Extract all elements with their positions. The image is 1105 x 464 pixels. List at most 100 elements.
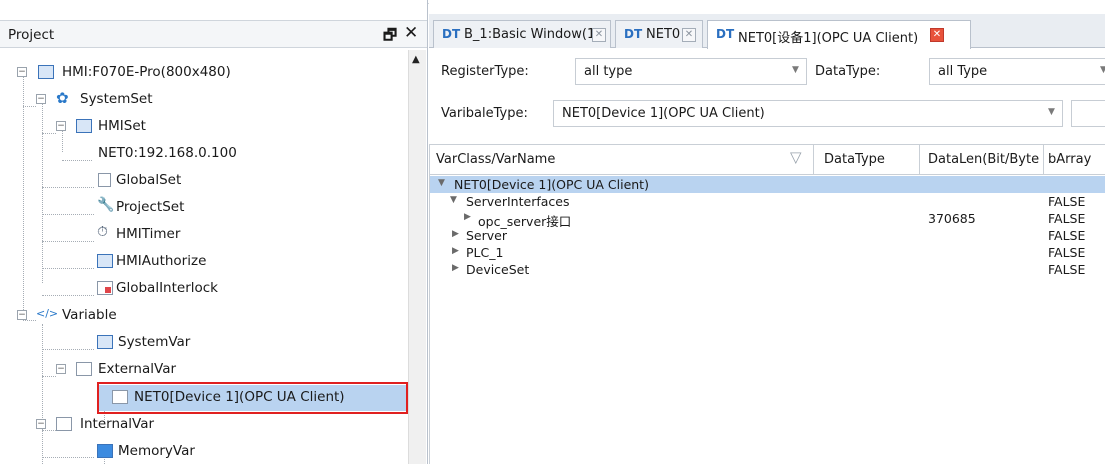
timer-icon: ⏱ [97, 224, 108, 240]
data-type-select[interactable]: all Type ▼ [929, 58, 1105, 85]
expanded-icon[interactable]: ▼ [450, 195, 457, 205]
sort-icon[interactable]: ▽ [790, 148, 802, 166]
highlight-box [97, 382, 408, 414]
tree-node-label: ExternalVar [98, 361, 177, 377]
memoryvar-icon [97, 444, 113, 458]
tree-node-memoryvar[interactable]: MemoryVar [0, 439, 408, 464]
code-icon: </> [36, 307, 59, 320]
tab-label: NET0 [646, 27, 681, 42]
authorize-icon [97, 254, 113, 268]
cell-barray: FALSE [1048, 211, 1086, 226]
table-row[interactable]: ▼ ServerInterfaces FALSE [430, 193, 1105, 210]
collapsed-icon[interactable]: ▶ [452, 263, 459, 273]
tree-node-label: HMI:F070E-Pro(800x480) [62, 64, 231, 80]
tree-node-label: NET0:192.168.0.100 [98, 145, 237, 161]
select-value: NET0[Device 1](OPC UA Client) [562, 106, 765, 121]
tree-node-label: InternalVar [80, 416, 155, 432]
register-type-label: RegisterType: [441, 64, 529, 79]
wrench-icon: 🔧 [97, 197, 115, 213]
select-value: all type [584, 64, 633, 79]
register-type-select[interactable]: all type ▼ [575, 58, 807, 85]
scroll-up-icon[interactable]: ▲ [412, 54, 420, 65]
data-type-label: DataType: [815, 64, 881, 79]
cell-barray: FALSE [1048, 228, 1086, 243]
tree-node-externalvar[interactable]: − ExternalVar [0, 357, 408, 383]
tab-net0-device[interactable]: DT NET0[设备1](OPC UA Client) ✕ [707, 20, 971, 49]
table-row[interactable]: ▶ DeviceSet FALSE [430, 261, 1105, 278]
cell-varname: Server [466, 228, 507, 243]
hmi-screen-icon [38, 65, 54, 79]
tree-node-label: SystemVar [118, 334, 191, 350]
tab-close-icon[interactable]: ✕ [592, 28, 606, 42]
table-row[interactable]: ▶ PLC_1 FALSE [430, 244, 1105, 261]
tree-node-label: Variable [62, 307, 117, 323]
gear-icon: ✿ [56, 89, 69, 107]
cell-varname: NET0[Device 1](OPC UA Client) [454, 177, 649, 192]
col-header-varname[interactable]: VarClass/VarName [436, 152, 555, 167]
collapsed-icon[interactable]: ▶ [452, 246, 459, 256]
hmiset-icon [76, 119, 92, 133]
cell-varname: PLC_1 [466, 245, 504, 260]
grid-header: VarClass/VarName ▽ DataType DataLen(Bit/… [430, 145, 1105, 175]
filter-row-2: VaribaleType: NET0[Device 1](OPC UA Clie… [429, 98, 1105, 130]
tree-node-label: ProjectSet [116, 199, 185, 215]
tab-close-icon[interactable]: ✕ [930, 28, 944, 42]
tree-node-variable[interactable]: − </> Variable [0, 303, 408, 329]
globalset-icon [98, 173, 111, 187]
dt-icon: DT [716, 27, 735, 41]
collapse-icon[interactable]: − [36, 419, 46, 429]
tab-bar: DT B_1:Basic Window(1) ✕ DT NET0 ✕ DT NE… [429, 14, 1105, 49]
tree-node-hmi[interactable]: − HMI:F070E-Pro(800x480) [0, 60, 408, 86]
tab-net0[interactable]: DT NET0 ✕ [615, 20, 703, 48]
cell-varname: ServerInterfaces [466, 194, 570, 209]
side-button[interactable] [1071, 100, 1105, 127]
tree-node-label: HMISet [98, 118, 146, 134]
select-value: all Type [938, 64, 988, 79]
dt-icon: DT [442, 27, 461, 41]
collapse-icon[interactable]: − [36, 94, 46, 104]
tree-node-systemset[interactable]: − ✿ SystemSet [0, 87, 408, 113]
editor-panel: DT B_1:Basic Window(1) ✕ DT NET0 ✕ DT NE… [429, 0, 1105, 464]
close-icon[interactable]: ✕ [404, 23, 418, 43]
tree-node-label: GlobalSet [116, 172, 182, 188]
tree-node-label: GlobalInterlock [116, 280, 219, 296]
tree-node-projectset[interactable]: 🔧 ProjectSet [0, 195, 408, 221]
collapsed-icon[interactable]: ▶ [452, 229, 459, 239]
table-row[interactable]: ▼ NET0[Device 1](OPC UA Client) [430, 176, 1105, 193]
col-header-barray[interactable]: bArray [1048, 152, 1091, 167]
collapse-icon[interactable]: − [56, 121, 66, 131]
tree-node-hmiset[interactable]: − HMISet [0, 114, 408, 140]
tree-node-internalvar[interactable]: − InternalVar [0, 412, 408, 438]
cell-barray: FALSE [1048, 245, 1086, 260]
collapse-icon[interactable]: − [17, 67, 27, 77]
tree-node-hmiauthorize[interactable]: HMIAuthorize [0, 249, 408, 275]
tree-node-label: MemoryVar [118, 443, 195, 459]
collapsed-icon[interactable]: ▶ [464, 212, 471, 222]
tree-node-net0-ip[interactable]: NET0:192.168.0.100 [0, 141, 408, 167]
tree-node-systemvar[interactable]: SystemVar [0, 330, 408, 356]
chevron-down-icon: ▼ [1048, 107, 1055, 117]
chevron-down-icon: ▼ [792, 65, 799, 75]
variable-grid: VarClass/VarName ▽ DataType DataLen(Bit/… [429, 144, 1105, 464]
panel-title: Project [8, 27, 55, 43]
collapse-icon[interactable]: − [56, 364, 66, 374]
project-panel-header: Project 🗗 ✕ [0, 20, 427, 48]
pin-icon[interactable]: 🗗 [383, 25, 397, 50]
cell-varname: DeviceSet [466, 262, 530, 277]
table-row[interactable]: ▶ Server FALSE [430, 227, 1105, 244]
col-header-datatype[interactable]: DataType [824, 152, 885, 167]
tab-basic-window[interactable]: DT B_1:Basic Window(1) ✕ [433, 20, 611, 48]
table-row[interactable]: ▶ opc_server接口 370685 FALSE [430, 210, 1105, 229]
vertical-scrollbar[interactable]: ▲ [408, 50, 426, 464]
expanded-icon[interactable]: ▼ [438, 178, 445, 188]
variable-type-select[interactable]: NET0[Device 1](OPC UA Client) ▼ [553, 100, 1063, 127]
col-header-datalen[interactable]: DataLen(Bit/Byte [928, 152, 1039, 167]
collapse-icon[interactable]: − [17, 310, 27, 320]
tree-node-globalset[interactable]: GlobalSet [0, 168, 408, 194]
dt-icon: DT [624, 27, 643, 41]
tree-node-globalinterlock[interactable]: GlobalInterlock [0, 276, 408, 302]
tree-node-hmitimer[interactable]: ⏱ HMITimer [0, 222, 408, 248]
tab-close-icon[interactable]: ✕ [682, 28, 696, 42]
tab-label: B_1:Basic Window(1) [464, 27, 601, 42]
interlock-icon [97, 281, 113, 295]
